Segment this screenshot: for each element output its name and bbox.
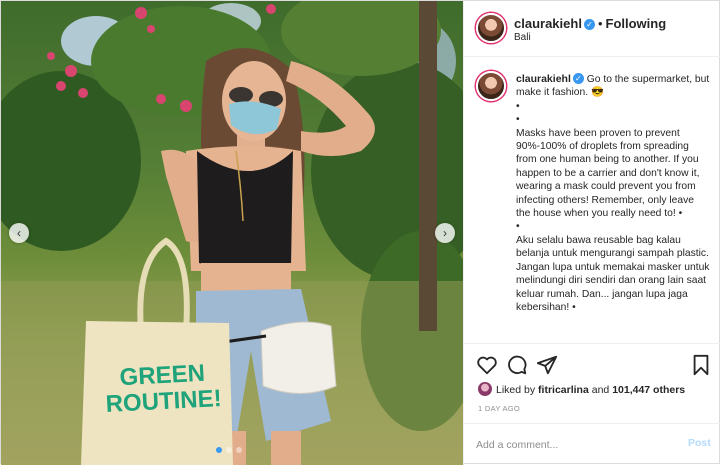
caption-bullet: • — [516, 114, 520, 126]
caption-bullet: • — [516, 100, 520, 112]
caption-paragraph: Aku selalu bawa reusable bag kalau belan… — [516, 234, 710, 313]
post-photo[interactable]: GREEN ROUTINE! ‹ › — [1, 1, 463, 465]
heart-icon[interactable] — [476, 354, 498, 376]
share-icon[interactable] — [536, 354, 558, 376]
photo-illustration — [1, 1, 463, 465]
following-button[interactable]: Following — [606, 16, 667, 31]
post-caption: claurakiehl ✓ Go to the supermarket, but … — [516, 73, 710, 314]
carousel-dot — [226, 447, 232, 453]
post-timestamp[interactable]: 1 DAY AGO — [478, 404, 520, 413]
chevron-right-icon[interactable]: › — [435, 223, 455, 243]
header-user-line: claurakiehl ✓ • Following — [514, 16, 666, 31]
bookmark-icon[interactable] — [690, 354, 712, 376]
verified-badge-icon: ✓ — [583, 19, 595, 30]
post-comment-button[interactable]: Post — [688, 437, 711, 449]
avatar[interactable] — [476, 13, 506, 43]
verified-badge-icon: ✓ — [572, 73, 584, 84]
likes-count-link[interactable]: 101,447 others — [612, 384, 685, 396]
post-actions: Liked by fitricarlina and 101,447 others… — [464, 343, 720, 423]
separator: • — [597, 16, 603, 31]
avatar[interactable] — [476, 71, 506, 101]
caption-paragraph: Masks have been proven to prevent 90%-10… — [516, 127, 700, 220]
add-comment-bar: Post — [464, 423, 720, 465]
liker-avatar[interactable] — [478, 382, 492, 396]
chevron-left-icon[interactable]: ‹ — [9, 223, 29, 243]
comments-section[interactable]: claurakiehl ✓ Go to the supermarket, but … — [464, 58, 720, 343]
username-link[interactable]: claurakiehl — [514, 16, 582, 31]
comment-icon[interactable] — [506, 354, 528, 376]
caption-bullet: • — [516, 221, 520, 233]
likes-prefix: Liked by — [496, 384, 536, 396]
location-link[interactable]: Bali — [514, 32, 531, 43]
caption-username-link[interactable]: claurakiehl — [516, 73, 571, 85]
comment-input[interactable] — [476, 435, 676, 455]
likes-summary: Liked by fitricarlina and 101,447 others — [478, 382, 685, 396]
post-header: claurakiehl ✓ • Following Bali — [464, 1, 720, 57]
carousel-indicator — [216, 447, 242, 453]
carousel-dot — [216, 447, 222, 453]
likes-conjunction: and — [591, 384, 610, 396]
bag-print: GREEN ROUTINE! — [97, 360, 230, 419]
instagram-post-modal: GREEN ROUTINE! ‹ › claurakiehl ✓ • Followin… — [0, 0, 720, 465]
liker-username-link[interactable]: fitricarlina — [538, 384, 589, 396]
caption-first-line: claurakiehl ✓ Go to the supermarket, but … — [516, 73, 710, 100]
carousel-dot — [236, 447, 242, 453]
post-side-panel: claurakiehl ✓ • Following Bali claurakiehl ✓… — [463, 1, 720, 465]
